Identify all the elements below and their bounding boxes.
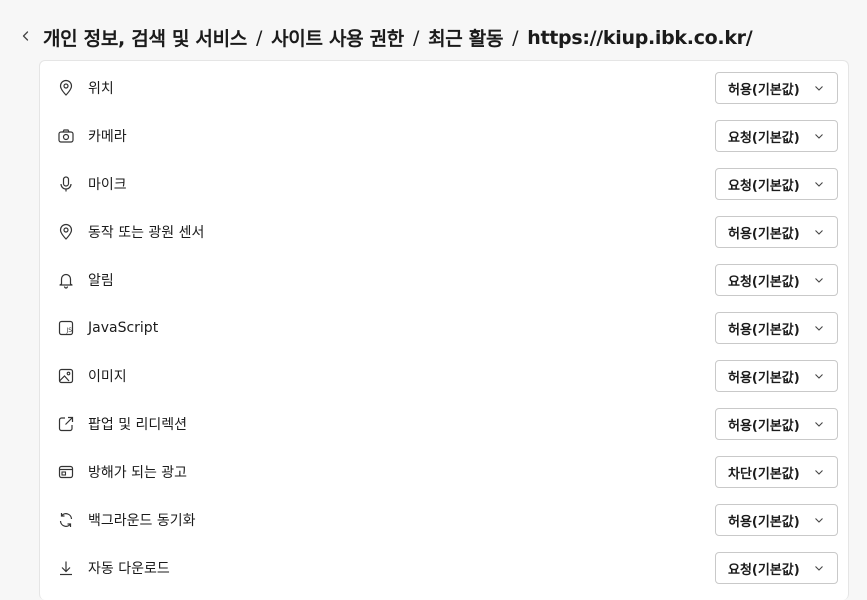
microphone-permission-dropdown[interactable]: 요청(기본값)	[715, 168, 838, 200]
javascript-permission-dropdown[interactable]: 허용(기본값)	[715, 312, 838, 344]
dropdown-value: 허용(기본값)	[728, 322, 800, 338]
dropdown-value: 요청(기본값)	[728, 274, 800, 290]
dropdown-value: 허용(기본값)	[728, 514, 800, 530]
dropdown-value: 요청(기본값)	[728, 178, 800, 194]
permission-label: 백그라운드 동기화	[88, 513, 196, 529]
notifications-permission-dropdown[interactable]: 요청(기본값)	[715, 264, 838, 296]
dropdown-value: 허용(기본값)	[728, 370, 800, 386]
permission-row-background-sync: 백그라운드 동기화 허용(기본값)	[40, 496, 848, 544]
permission-label: 동작 또는 광원 센서	[88, 225, 205, 241]
ads-icon	[56, 462, 76, 482]
svg-text:JS: JS	[66, 327, 73, 334]
permission-row-javascript: JS JavaScript 허용(기본값)	[40, 304, 848, 352]
popups-permission-dropdown[interactable]: 허용(기본값)	[715, 408, 838, 440]
permission-row-intrusive-ads: 방해가 되는 광고 차단(기본값)	[40, 448, 848, 496]
automatic-downloads-permission-dropdown[interactable]: 요청(기본값)	[715, 552, 838, 584]
permission-row-automatic-downloads: 자동 다운로드 요청(기본값)	[40, 544, 848, 592]
breadcrumb: 개인 정보, 검색 및 서비스 / 사이트 사용 권한 / 최근 활동 / ht…	[43, 24, 753, 51]
microphone-icon	[56, 174, 76, 194]
dropdown-value: 허용(기본값)	[728, 418, 800, 434]
permission-row-images: 이미지 허용(기본값)	[40, 352, 848, 400]
chevron-down-icon	[813, 226, 825, 238]
chevron-down-icon	[813, 418, 825, 430]
download-icon	[56, 558, 76, 578]
dropdown-value: 요청(기본값)	[728, 562, 800, 578]
permission-label: 팝업 및 리디렉션	[88, 417, 188, 433]
permission-label: 마이크	[88, 177, 127, 193]
sync-icon	[56, 510, 76, 530]
chevron-down-icon	[813, 178, 825, 190]
permission-row-notifications: 알림 요청(기본값)	[40, 256, 848, 304]
chevron-down-icon	[813, 82, 825, 94]
dropdown-value: 차단(기본값)	[728, 466, 800, 482]
breadcrumb-site-url: https://kiup.ibk.co.kr/	[527, 26, 753, 49]
chevron-down-icon	[813, 562, 825, 574]
dropdown-value: 요청(기본값)	[728, 130, 800, 146]
chevron-down-icon	[813, 466, 825, 478]
intrusive-ads-permission-dropdown[interactable]: 차단(기본값)	[715, 456, 838, 488]
permission-label: 카메라	[88, 129, 127, 145]
camera-permission-dropdown[interactable]: 요청(기본값)	[715, 120, 838, 152]
location-permission-dropdown[interactable]: 허용(기본값)	[715, 72, 838, 104]
sensors-permission-dropdown[interactable]: 허용(기본값)	[715, 216, 838, 248]
breadcrumb-privacy[interactable]: 개인 정보, 검색 및 서비스	[43, 24, 247, 51]
location-icon	[56, 78, 76, 98]
back-button[interactable]	[16, 26, 36, 46]
popup-icon	[56, 414, 76, 434]
breadcrumb-site-permissions[interactable]: 사이트 사용 권한	[271, 24, 404, 51]
chevron-down-icon	[813, 130, 825, 142]
permission-label: 자동 다운로드	[88, 561, 170, 577]
permission-row-popups: 팝업 및 리디렉션 허용(기본값)	[40, 400, 848, 448]
breadcrumb-separator: /	[412, 26, 420, 49]
bell-icon	[56, 270, 76, 290]
permission-label: 알림	[88, 273, 114, 289]
chevron-down-icon	[813, 274, 825, 286]
permission-row-sensors: 동작 또는 광원 센서 허용(기본값)	[40, 208, 848, 256]
chevron-down-icon	[813, 322, 825, 334]
javascript-icon: JS	[56, 318, 76, 338]
sensor-icon	[56, 222, 76, 242]
breadcrumb-separator: /	[255, 26, 263, 49]
chevron-down-icon	[813, 370, 825, 382]
permission-label: 위치	[88, 81, 114, 97]
permission-row-location: 위치 허용(기본값)	[40, 64, 848, 112]
images-permission-dropdown[interactable]: 허용(기본값)	[715, 360, 838, 392]
camera-icon	[56, 126, 76, 146]
page-header: 개인 정보, 검색 및 서비스 / 사이트 사용 권한 / 최근 활동 / ht…	[0, 0, 867, 60]
chevron-down-icon	[813, 514, 825, 526]
dropdown-value: 허용(기본값)	[728, 226, 800, 242]
permission-label: JavaScript	[88, 320, 159, 336]
chevron-left-icon	[22, 31, 29, 41]
background-sync-permission-dropdown[interactable]: 허용(기본값)	[715, 504, 838, 536]
permission-label: 이미지	[88, 369, 127, 385]
permission-label: 방해가 되는 광고	[88, 465, 188, 481]
permission-row-camera: 카메라 요청(기본값)	[40, 112, 848, 160]
breadcrumb-recent-activity[interactable]: 최근 활동	[428, 24, 503, 51]
breadcrumb-separator: /	[512, 26, 519, 49]
dropdown-value: 허용(기본값)	[728, 82, 800, 98]
permission-row-microphone: 마이크 요청(기본값)	[40, 160, 848, 208]
image-icon	[56, 366, 76, 386]
permissions-list: 위치 허용(기본값) 카메라 요청(기본값) 마이크 요청(기본값) 동작 또는…	[39, 60, 849, 600]
